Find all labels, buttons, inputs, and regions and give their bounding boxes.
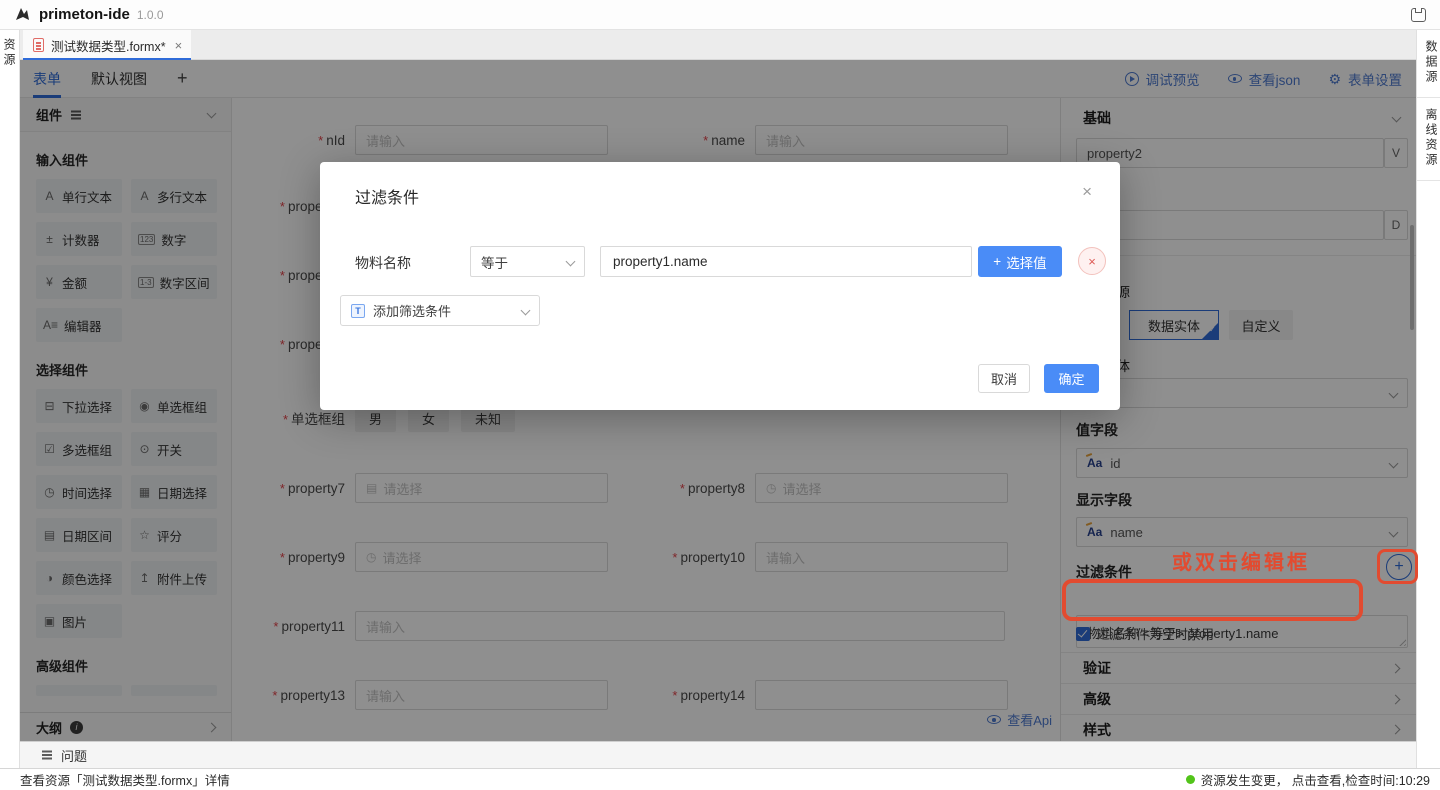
- document-tabbar: 测试数据类型.formx* ×: [20, 30, 1416, 60]
- add-condition-select[interactable]: T 添加筛选条件: [340, 295, 540, 326]
- cancel-button[interactable]: 取消: [978, 364, 1030, 393]
- annotation-hint-text: 或双击编辑框: [1172, 546, 1310, 575]
- list-lines-icon: [42, 754, 52, 756]
- status-change-notice[interactable]: 资源发生变更， 点击查看,检查时间:10:29: [1186, 770, 1430, 789]
- chevron-down-icon: [566, 257, 576, 267]
- primeton-ide-window: primeton-ide 1.0.0 资源 数据源 离线资源 测试数据类型.fo…: [0, 0, 1440, 790]
- annotation-box-plus-button: [1377, 549, 1418, 584]
- choose-value-button[interactable]: + 选择值: [978, 246, 1062, 277]
- problems-bar[interactable]: 问题: [20, 741, 1416, 768]
- left-resource-strip: 资源: [0, 30, 20, 768]
- filter-field-label: 物料名称: [355, 253, 411, 273]
- status-resource-detail[interactable]: 查看资源「测试数据类型.formx」详情: [20, 770, 230, 789]
- right-strip: 数据源 离线资源: [1416, 30, 1440, 768]
- modal-title: 过滤条件: [355, 184, 419, 208]
- tab-close-icon[interactable]: ×: [175, 38, 183, 53]
- operator-select[interactable]: 等于: [470, 246, 585, 277]
- annotation-box-filter-textarea: [1062, 579, 1363, 621]
- tab-formx-document[interactable]: 测试数据类型.formx* ×: [23, 30, 191, 60]
- status-green-dot: [1186, 775, 1195, 784]
- datasource-strip-item[interactable]: 数据源: [1417, 30, 1440, 98]
- tab-title: 测试数据类型.formx*: [51, 36, 166, 55]
- form-file-icon: [33, 38, 44, 52]
- modal-close-icon[interactable]: ×: [1082, 182, 1092, 202]
- resource-strip-label[interactable]: 资源: [1, 38, 18, 68]
- app-version: 1.0.0: [137, 8, 164, 22]
- plus-icon: +: [993, 254, 1001, 269]
- template-t-icon: T: [351, 304, 365, 318]
- ok-button[interactable]: 确定: [1044, 364, 1099, 393]
- status-bar: 查看资源「测试数据类型.formx」详情 资源发生变更， 点击查看,检查时间:1…: [0, 768, 1440, 790]
- offline-resource-strip-item[interactable]: 离线资源: [1417, 98, 1440, 181]
- chevron-down-icon: [521, 306, 531, 316]
- delete-condition-button[interactable]: ×: [1078, 247, 1106, 275]
- save-icon[interactable]: [1411, 8, 1426, 22]
- filter-value-input[interactable]: property1.name: [600, 246, 972, 277]
- app-logo-icon: [14, 6, 31, 23]
- close-icon: ×: [1088, 254, 1096, 269]
- filter-condition-modal: 过滤条件 × 物料名称 等于 property1.name + 选择值 × T …: [320, 162, 1120, 410]
- titlebar: primeton-ide 1.0.0: [0, 0, 1440, 30]
- app-name: primeton-ide: [39, 6, 130, 23]
